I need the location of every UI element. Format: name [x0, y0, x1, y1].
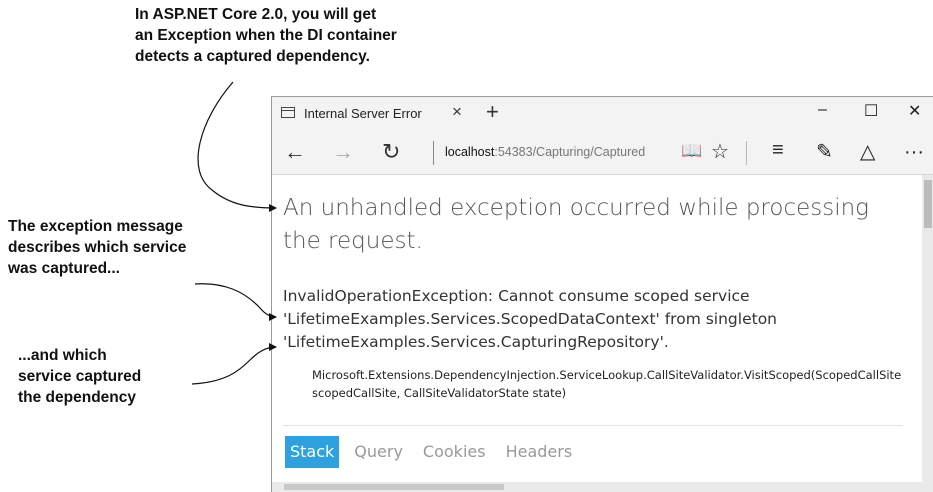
- new-tab-button[interactable]: +: [486, 99, 499, 125]
- address-bar[interactable]: localhost:54383/Capturing/Captured: [445, 145, 645, 159]
- annotation-line: detects a captured dependency.: [135, 48, 370, 65]
- stack-trace: Microsoft.Extensions.DependencyInjection…: [312, 366, 922, 402]
- vertical-scrollbar[interactable]: [922, 175, 933, 492]
- reading-view-icon[interactable]: 📖: [681, 141, 702, 161]
- annotation-line: service captured: [18, 368, 142, 385]
- web-notes-icon[interactable]: ✎: [816, 139, 833, 164]
- tab-stack[interactable]: Stack: [285, 436, 340, 468]
- annotation-line: an Exception when the DI container: [135, 27, 397, 44]
- share-icon[interactable]: △: [860, 139, 875, 164]
- exception-message: InvalidOperationException: Cannot consum…: [283, 285, 903, 354]
- horizontal-scroll-thumb[interactable]: [284, 484, 504, 490]
- browser-tab[interactable]: Internal Server Error ×: [272, 97, 474, 131]
- tab-close-icon[interactable]: ×: [452, 102, 462, 122]
- tab-bar: Internal Server Error × + – ☐ ✕: [272, 97, 933, 131]
- tab-title: Internal Server Error: [304, 106, 422, 121]
- message-line: 'LifetimeExamples.Services.CapturingRepo…: [283, 333, 669, 351]
- annotation-middle: The exception message describes which se…: [8, 216, 186, 279]
- page-heading: An unhandled exception occurred while pr…: [283, 195, 869, 254]
- page-content: An unhandled exception occurred while pr…: [272, 175, 920, 492]
- stack-line: Microsoft.Extensions.DependencyInjection…: [312, 368, 902, 382]
- annotation-line: describes which service: [8, 239, 187, 256]
- scroll-thumb[interactable]: [924, 180, 932, 228]
- address-host: localhost: [445, 145, 495, 159]
- forward-button[interactable]: →: [332, 139, 354, 165]
- more-icon[interactable]: ···: [904, 141, 924, 164]
- annotation-line: The exception message: [8, 218, 183, 235]
- address-path: :54383/Capturing/Captured: [494, 145, 646, 159]
- tab-query[interactable]: Query: [349, 436, 408, 468]
- back-button[interactable]: ←: [284, 139, 306, 165]
- navigation-toolbar: ← → ↻ localhost:54383/Capturing/Captured…: [272, 131, 933, 175]
- annotation-line: the dependency: [18, 389, 136, 406]
- arrow-bottom: [191, 343, 277, 385]
- message-line: 'LifetimeExamples.Services.ScopedDataCon…: [283, 310, 777, 328]
- message-line: InvalidOperationException: Cannot consum…: [283, 287, 750, 305]
- annotation-line: In ASP.NET Core 2.0, you will get: [135, 6, 377, 23]
- refresh-button[interactable]: ↻: [382, 139, 400, 165]
- annotation-line: was captured...: [8, 260, 120, 277]
- maximize-button[interactable]: ☐: [864, 101, 878, 121]
- browser-window: Internal Server Error × + – ☐ ✕ ← → ↻ lo…: [271, 96, 933, 492]
- annotation-top: In ASP.NET Core 2.0, you will get an Exc…: [135, 4, 397, 67]
- error-tabs: Stack Query Cookies Headers: [285, 436, 587, 468]
- tab-cookies[interactable]: Cookies: [418, 436, 491, 468]
- divider: [283, 425, 903, 426]
- page-icon: [281, 107, 295, 118]
- address-divider: [433, 141, 434, 165]
- arrow-middle: [194, 283, 277, 321]
- close-window-button[interactable]: ✕: [908, 101, 921, 121]
- annotation-line: ...and which: [18, 347, 107, 364]
- hub-icon[interactable]: ≡: [772, 139, 784, 162]
- favorite-icon[interactable]: ☆: [711, 139, 729, 164]
- arrow-top: [197, 81, 277, 212]
- tab-headers[interactable]: Headers: [501, 436, 578, 468]
- annotation-bottom: ...and which service captured the depend…: [18, 345, 141, 408]
- minimize-button[interactable]: –: [818, 101, 827, 119]
- toolbar-divider: [746, 141, 747, 165]
- stack-line: scopedCallSite, CallSiteValidatorState s…: [312, 386, 567, 400]
